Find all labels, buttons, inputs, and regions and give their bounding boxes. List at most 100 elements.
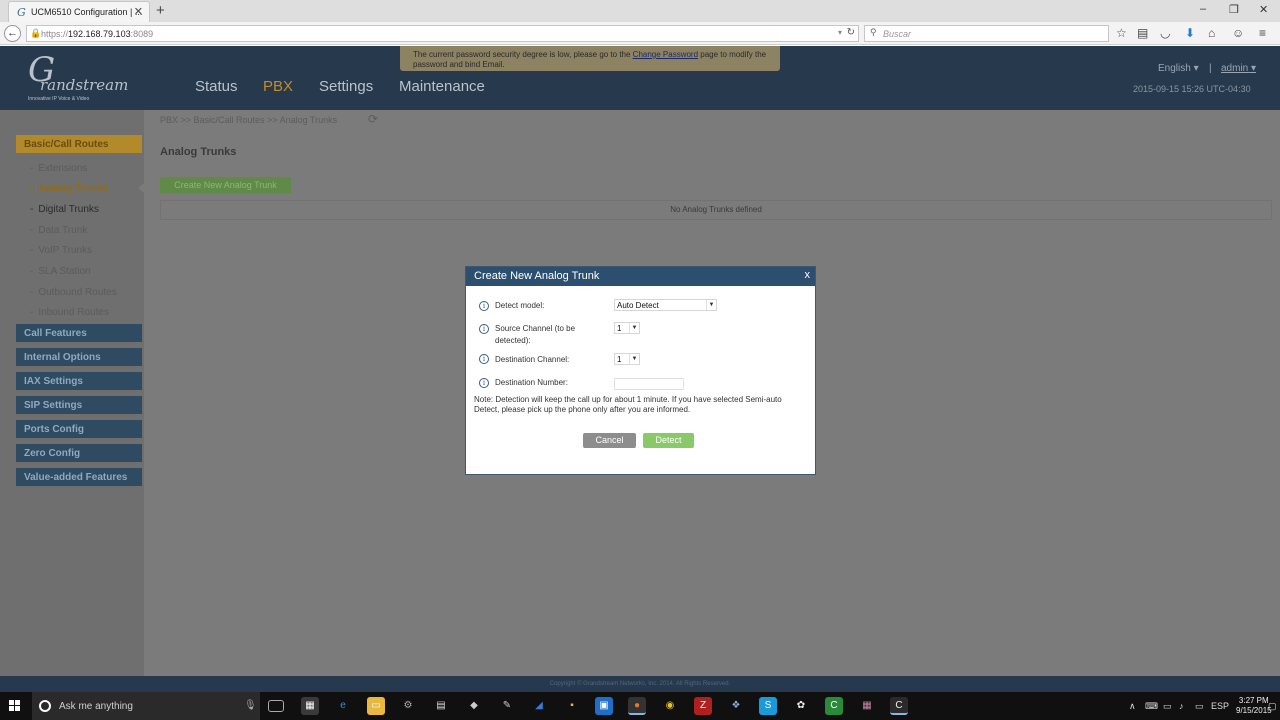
language-select[interactable]: English ▾	[1158, 63, 1199, 74]
tray-message-icon[interactable]: ▭	[1195, 701, 1204, 712]
windows-taskbar: Ask me anything 🎙 ▦ e ▭ ⚙ ▤ ◆ ✎ ◢ ▪ ▣ ● …	[0, 692, 1280, 720]
chrome-icon[interactable]: ◉	[661, 697, 679, 715]
sidebar-section-sip-settings[interactable]: SIP Settings	[16, 396, 142, 414]
info-icon[interactable]: i	[479, 378, 489, 388]
reading-list-icon[interactable]: ▤	[1137, 26, 1148, 40]
nav-settings[interactable]: Settings	[319, 78, 373, 95]
breadcrumb: PBX >> Basic/Call Routes >> Analog Trunk…	[160, 115, 338, 125]
sidebar-item-outbound-routes[interactable]: - Outbound Routes	[30, 287, 117, 298]
tool-app-icon[interactable]: ✎	[498, 697, 516, 715]
settings-app-icon[interactable]: ⚙	[399, 697, 417, 715]
minimize-icon[interactable]: –	[1200, 3, 1206, 15]
shark-app-icon[interactable]: ◢	[530, 697, 548, 715]
chevron-down-icon: ▼	[629, 323, 639, 333]
user-menu[interactable]: admin ▾	[1221, 63, 1256, 74]
sidebar-section-ports-config[interactable]: Ports Config	[16, 420, 142, 438]
password-notice: The current password security degree is …	[400, 46, 780, 71]
sidebar: Basic/Call Routes - Extensions - Analog Tr…	[0, 110, 144, 692]
media-app-icon[interactable]: ✿	[792, 697, 810, 715]
tray-network-icon[interactable]: ▭	[1163, 701, 1172, 712]
calendar-app-icon[interactable]: ▦	[858, 697, 876, 715]
destination-number-input[interactable]	[614, 378, 684, 390]
destination-channel-select[interactable]: 1 ▼	[614, 353, 640, 365]
sidebar-section-iax-settings[interactable]: IAX Settings	[16, 372, 142, 390]
sidebar-section-zero-config[interactable]: Zero Config	[16, 444, 142, 462]
address-bar[interactable]: 🔒 https://192.168.79.103:8089 ▾ ↻	[26, 25, 859, 42]
document-app-icon[interactable]: ▤	[432, 697, 450, 715]
site-favicon-icon: G	[17, 6, 26, 19]
task-view-icon[interactable]	[268, 700, 284, 712]
chat-icon[interactable]: ☺	[1232, 26, 1244, 40]
tray-volume-icon[interactable]: ♪	[1179, 701, 1184, 711]
sidebar-section-value-added-features[interactable]: Value-added Features	[16, 468, 142, 486]
sidebar-item-sla-station[interactable]: - SLA Station	[30, 266, 91, 277]
network-tool-icon[interactable]: ❖	[727, 697, 745, 715]
detect-model-label: Detect model:	[495, 301, 545, 310]
detect-button[interactable]: Detect	[643, 433, 694, 448]
back-arrow-icon[interactable]: ←	[4, 25, 21, 42]
search-icon: ⚲	[870, 27, 877, 37]
filezilla-icon[interactable]: Z	[694, 697, 712, 715]
nav-maintenance[interactable]: Maintenance	[399, 78, 485, 95]
menu-icon[interactable]: ≡	[1259, 26, 1266, 40]
sidebar-item-digital-trunks[interactable]: - Digital Trunks	[30, 204, 99, 215]
skype-icon[interactable]: S	[759, 697, 777, 715]
empty-table-message: No Analog Trunks defined	[160, 200, 1272, 220]
sidebar-section-basic-call-routes[interactable]: Basic/Call Routes	[16, 135, 142, 153]
sidebar-item-extensions[interactable]: - Extensions	[30, 163, 87, 174]
sidebar-item-analog-trunks[interactable]: - Analog Trunks	[30, 183, 108, 194]
windows-start-icon[interactable]	[9, 700, 21, 712]
nav-status[interactable]: Status	[195, 78, 238, 95]
browser-search-input[interactable]: ⚲ Buscar	[864, 25, 1109, 42]
edge-icon[interactable]: e	[334, 697, 352, 715]
change-password-link[interactable]: Change Password	[633, 50, 698, 59]
pocket-icon[interactable]: ◡	[1160, 26, 1170, 40]
sidebar-section-internal-options[interactable]: Internal Options	[16, 348, 142, 366]
cancel-button[interactable]: Cancel	[583, 433, 636, 448]
info-icon[interactable]: i	[479, 354, 489, 364]
remote-app-icon[interactable]: ▣	[595, 697, 613, 715]
header-separator: |	[1209, 63, 1212, 74]
home-icon[interactable]: ⌂	[1208, 26, 1215, 40]
tray-language[interactable]: ESP	[1211, 701, 1229, 711]
info-icon[interactable]: i	[479, 324, 489, 334]
reload-icon[interactable]: ↻	[847, 27, 855, 38]
info-icon[interactable]: i	[479, 301, 489, 311]
window-close-icon[interactable]: ✕	[1259, 3, 1268, 16]
sidebar-item-voip-trunks[interactable]: - VoIP Trunks	[30, 245, 92, 256]
close-tab-icon[interactable]: ✕	[134, 5, 143, 18]
recorder-app-icon[interactable]: C	[890, 697, 908, 715]
nav-pbx[interactable]: PBX	[263, 78, 293, 95]
lock-icon: 🔒	[30, 28, 42, 38]
browser-navbar: ← 🔒 https://192.168.79.103:8089 ▾ ↻ ⚲ Bu…	[0, 22, 1280, 45]
new-tab-icon[interactable]: +	[156, 2, 165, 19]
detection-note: Note: Detection will keep the call up fo…	[474, 395, 782, 414]
firefox-icon[interactable]: ●	[628, 697, 646, 715]
file-explorer-icon[interactable]: ▭	[367, 697, 385, 715]
star-icon[interactable]: ☆	[1116, 26, 1127, 40]
tab-title: UCM6510 Configuration | ...	[31, 7, 143, 17]
sidebar-item-data-trunk[interactable]: - Data Trunk	[30, 225, 87, 236]
tray-chevron-icon[interactable]: ∧	[1129, 701, 1136, 712]
restore-icon[interactable]: ❐	[1229, 3, 1239, 16]
dialog-close-icon[interactable]: x	[805, 269, 811, 281]
detect-model-select[interactable]: Auto Detect ▼	[614, 299, 717, 311]
microphone-icon[interactable]: 🎙	[244, 700, 257, 711]
notes-app-icon[interactable]: ▪	[563, 697, 581, 715]
browser-tabbar: G UCM6510 Configuration | ... ✕ + – ❐ ✕	[0, 0, 1280, 22]
sidebar-item-inbound-routes[interactable]: - Inbound Routes	[30, 307, 109, 318]
download-icon[interactable]: ⬇	[1185, 26, 1195, 40]
camtasia-icon[interactable]: C	[825, 697, 843, 715]
refresh-icon[interactable]: ⟳	[368, 112, 378, 126]
store-icon[interactable]: ▦	[301, 697, 319, 715]
sidebar-section-call-features[interactable]: Call Features	[16, 324, 142, 342]
tray-keyboard-icon[interactable]: ⌨	[1145, 701, 1158, 712]
system-clock[interactable]: 3:27 PM 9/15/2015	[1236, 696, 1272, 716]
taskbar-search[interactable]: Ask me anything 🎙	[32, 692, 260, 720]
network-app-icon[interactable]: ◆	[465, 697, 483, 715]
url-dropdown-icon[interactable]: ▾	[838, 28, 842, 37]
browser-tab[interactable]: G UCM6510 Configuration | ... ✕	[8, 1, 150, 22]
action-center-icon[interactable]: ▢	[1268, 701, 1277, 712]
create-analog-trunk-button[interactable]: Create New Analog Trunk	[160, 177, 291, 193]
source-channel-select[interactable]: 1 ▼	[614, 322, 640, 334]
